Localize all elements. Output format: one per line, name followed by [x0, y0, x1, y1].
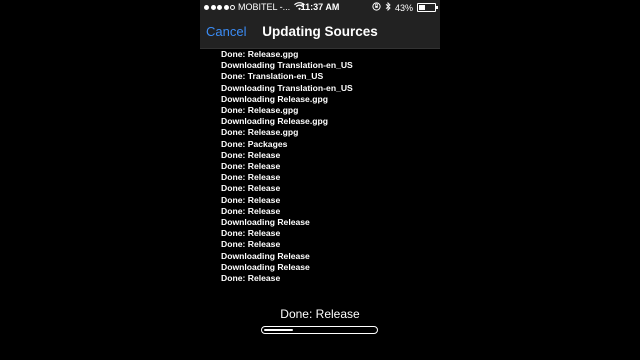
rotation-lock-icon — [372, 2, 381, 13]
battery-tip — [436, 6, 438, 9]
battery-percentage: 43% — [394, 2, 413, 13]
log-line: Downloading Release — [221, 217, 310, 228]
log-line: Done: Release — [221, 194, 281, 205]
log-line: Done: Release — [221, 172, 281, 183]
progress-bar-fill — [264, 329, 293, 331]
log-line: Done: Packages — [221, 138, 288, 149]
cancel-button[interactable]: Cancel — [206, 24, 246, 39]
log-line: Downloading Release.gpg — [221, 93, 328, 104]
log-line: Done: Release.gpg — [221, 127, 299, 138]
log-line: Done: Release — [221, 149, 281, 160]
log-line: Done: Release — [221, 161, 281, 172]
log-line: Done: Release — [221, 183, 281, 194]
battery-icon — [417, 3, 438, 12]
log-line: Downloading Translation-en_US — [221, 82, 353, 93]
log-line: Done: Release — [221, 205, 281, 216]
log-line: Done: Translation-en_US — [221, 71, 324, 82]
progress-bar — [261, 326, 378, 334]
navigation-bar: Cancel Updating Sources — [200, 16, 440, 49]
log-line: Downloading Release.gpg — [221, 116, 328, 127]
log-line: Downloading Release — [221, 250, 310, 261]
update-log: Done: Release.gpg Downloading Translation… — [221, 49, 431, 284]
log-line: Done: Release — [221, 228, 281, 239]
log-line: Done: Release — [221, 273, 281, 284]
current-status-label: Done: Release — [280, 307, 360, 321]
phone-screen: MOBITEL -... 11:37 AM 43% Cancel Updatin… — [200, 0, 440, 360]
battery-level — [419, 5, 426, 10]
bluetooth-icon — [385, 1, 391, 13]
log-line: Downloading Translation-en_US — [221, 60, 353, 71]
log-line: Done: Release.gpg — [221, 49, 299, 59]
log-line: Downloading Release — [221, 261, 310, 272]
log-line: Done: Release.gpg — [221, 105, 299, 116]
log-line: Done: Release — [221, 239, 281, 250]
status-right: 43% — [372, 1, 438, 13]
status-bar: MOBITEL -... 11:37 AM 43% — [200, 0, 440, 16]
